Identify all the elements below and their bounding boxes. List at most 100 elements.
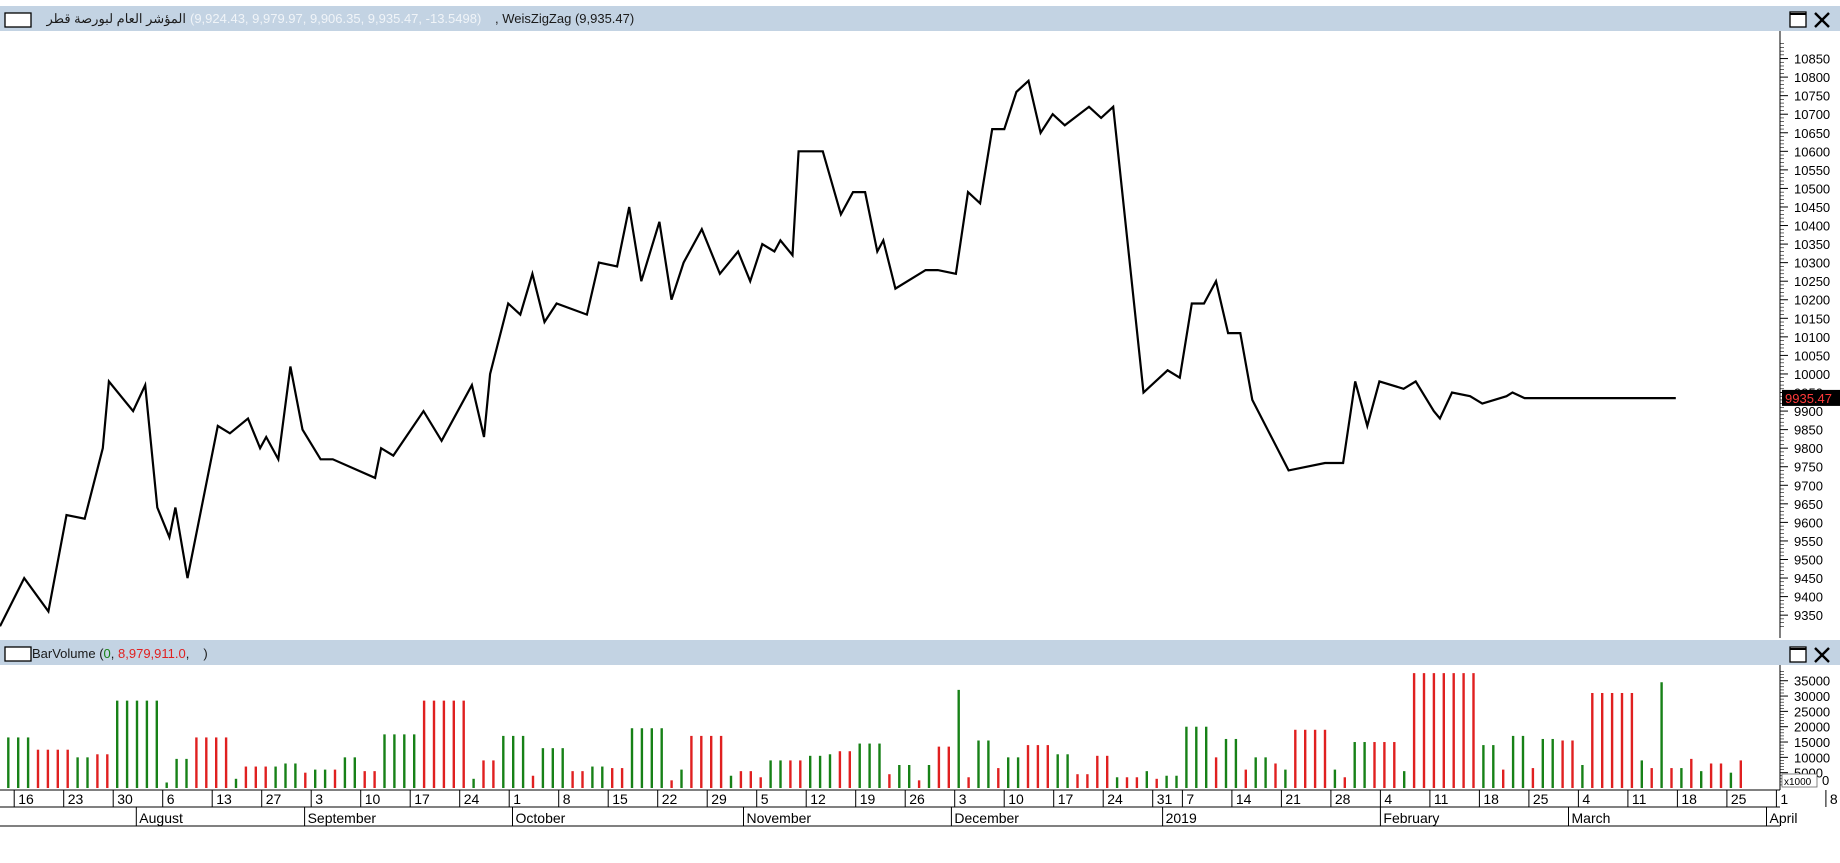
- date-tick-label: 11: [1434, 791, 1449, 807]
- volume-restore-icon[interactable]: [1789, 646, 1807, 663]
- date-tick-label: 18: [1483, 791, 1499, 807]
- date-tick-label: 31: [1157, 791, 1173, 807]
- month-tick-label: October: [516, 810, 566, 826]
- date-tick-label: 30: [117, 791, 133, 807]
- volume-title-v2: 8,979,911.0: [118, 646, 186, 661]
- volume-axis: 5000100001500020000250003000035000: [1780, 671, 1830, 786]
- price-tick-label: 9850: [1794, 423, 1823, 438]
- volume-title-sep1: ,: [111, 646, 118, 661]
- date-tick-label: 3: [959, 791, 967, 807]
- price-plot-area[interactable]: [0, 31, 1780, 638]
- price-tick-label: 10250: [1794, 274, 1830, 289]
- date-tick-label: 13: [216, 791, 232, 807]
- multiplier-label: x1000: [1784, 777, 1812, 788]
- price-tick-label: 10050: [1794, 348, 1830, 363]
- price-tick-label: 10500: [1794, 181, 1830, 196]
- price-tick-label: 10450: [1794, 200, 1830, 215]
- price-tick-label: 9600: [1794, 515, 1823, 530]
- date-tick-label: 18: [1681, 791, 1697, 807]
- date-tick-label: 10: [365, 791, 381, 807]
- price-tick-label: 9800: [1794, 441, 1823, 456]
- price-tick-label: 10850: [1794, 52, 1830, 67]
- price-tick-label: 10800: [1794, 70, 1830, 85]
- price-tick-label: 9450: [1794, 571, 1823, 586]
- last-value-marker: 9935.47: [1782, 389, 1840, 406]
- price-tick-label: 9650: [1794, 497, 1823, 512]
- volume-title-prefix: BarVolume (: [32, 646, 104, 661]
- date-tick-label: 5: [761, 791, 769, 807]
- month-tick-label: November: [747, 810, 812, 826]
- date-tick-label: 8: [1830, 791, 1838, 807]
- date-tick-label: 1: [513, 791, 521, 807]
- volume-tick-label: 35000: [1794, 674, 1830, 689]
- date-tick-label: 4: [1582, 791, 1590, 807]
- price-tick-label: 10200: [1794, 293, 1830, 308]
- price-tick-label: 9700: [1794, 478, 1823, 493]
- price-axis: 9350 9400 9450 9500 9550 9600 9650 9700 9750 9800…: [1780, 43, 1830, 627]
- price-tick-label: 10300: [1794, 256, 1830, 271]
- date-tick-label: 11: [1632, 791, 1647, 807]
- chart-root: المؤشر العام لبورصة قطر (9,924.43, 9,979…: [0, 6, 1840, 863]
- volume-tick-label: 25000: [1794, 704, 1830, 719]
- price-tick-label: 10750: [1794, 89, 1830, 104]
- month-tick-label: March: [1572, 810, 1611, 826]
- date-tick-label: 27: [266, 791, 282, 807]
- date-tick-label: 12: [810, 791, 826, 807]
- price-panel-title-ohlc: (9,924.43, 9,979.97, 9,906.35, 9,935.47,…: [190, 11, 481, 26]
- price-tick-label: 10400: [1794, 219, 1830, 234]
- date-tick-label: 8: [563, 791, 571, 807]
- month-tick-label: February: [1383, 810, 1439, 826]
- volume-tick-label: 10000: [1794, 750, 1830, 765]
- date-tick-label: 17: [414, 791, 430, 807]
- date-tick-label: 17: [1058, 791, 1074, 807]
- date-tick-label: 29: [711, 791, 727, 807]
- month-tick-label: September: [308, 810, 377, 826]
- window-restore-icon[interactable]: [1789, 11, 1807, 28]
- date-tick-label: 4: [1384, 791, 1392, 807]
- date-tick-label: 10: [1008, 791, 1024, 807]
- volume-panel-title: BarVolume (0, 8,979,911.0,): [32, 646, 208, 661]
- volume-title-suffix: ): [203, 646, 207, 661]
- date-tick-label: 22: [662, 791, 678, 807]
- price-tick-label: 9550: [1794, 534, 1823, 549]
- price-tick-label: 10650: [1794, 126, 1830, 141]
- price-tick-label: 9400: [1794, 590, 1823, 605]
- date-tick-label: 15: [612, 791, 628, 807]
- date-tick-label: 26: [909, 791, 925, 807]
- volume-tick-label: 20000: [1794, 720, 1830, 735]
- price-tick-label: 9750: [1794, 460, 1823, 475]
- date-tick-label: 25: [1731, 791, 1747, 807]
- date-tick-label: 23: [68, 791, 84, 807]
- date-tick-label: 16: [18, 791, 34, 807]
- date-tick-label: 1: [1780, 791, 1788, 807]
- volume-tick-label: 15000: [1794, 735, 1830, 750]
- price-tick-label: 10000: [1794, 367, 1830, 382]
- month-tick-label: December: [954, 810, 1019, 826]
- month-tick-label: August: [139, 810, 183, 826]
- price-tick-label: 9350: [1794, 608, 1823, 623]
- date-tick-label: 7: [1186, 791, 1194, 807]
- panel-menu-icon[interactable]: [4, 12, 32, 28]
- price-panel-title-name: المؤشر العام لبورصة قطر: [46, 11, 187, 27]
- volume-zero-label: 0: [1822, 773, 1829, 788]
- price-tick-label: 9500: [1794, 552, 1823, 567]
- date-tick-label: 14: [1236, 791, 1252, 807]
- month-tick-label: 2019: [1166, 810, 1197, 826]
- price-tick-label: 10550: [1794, 163, 1830, 178]
- date-tick-label: 3: [315, 791, 323, 807]
- date-tick-label: 28: [1335, 791, 1351, 807]
- price-tick-label: 9900: [1794, 404, 1823, 419]
- volume-panel-menu-icon[interactable]: [4, 646, 32, 662]
- price-tick-label: 10150: [1794, 311, 1830, 326]
- date-tick-label: 21: [1285, 791, 1301, 807]
- price-panel-title-indicator: , WeisZigZag (9,935.47): [495, 11, 634, 26]
- volume-tick-label: 30000: [1794, 689, 1830, 704]
- date-tick-label: 19: [860, 791, 876, 807]
- volume-title-sep2: ,: [186, 646, 190, 661]
- month-tick-label: April: [1770, 810, 1798, 826]
- volume-title-v1: 0: [104, 646, 111, 661]
- price-tick-label: 10100: [1794, 330, 1830, 345]
- price-tick-label: 10350: [1794, 237, 1830, 252]
- price-tick-label: 10700: [1794, 107, 1830, 122]
- date-tick-label: 6: [167, 791, 175, 807]
